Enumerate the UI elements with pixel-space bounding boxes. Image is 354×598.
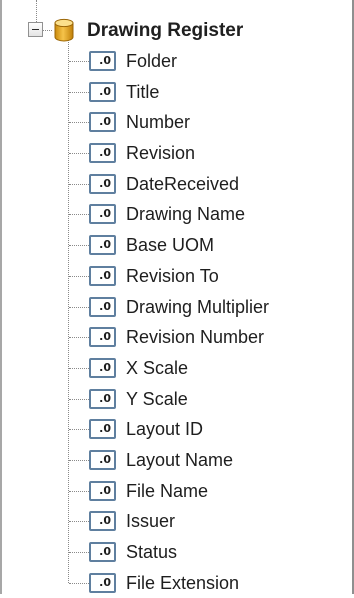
collapse-toggle-icon[interactable]: [28, 22, 43, 37]
tree-item-field[interactable]: .0 File Name: [2, 476, 352, 507]
numeric-field-icon: .0: [89, 480, 116, 501]
tree-item-field[interactable]: .0 Revision: [2, 138, 352, 169]
tree-connector-line: [69, 521, 89, 523]
tree-item-field[interactable]: .0 X Scale: [2, 353, 352, 384]
tree-item-field[interactable]: .0 Title: [2, 77, 352, 108]
tree-connector-line: [69, 214, 89, 216]
tree-item-label: DateReceived: [126, 173, 240, 194]
tree-root-drawing-register[interactable]: Drawing Register: [87, 18, 243, 44]
numeric-field-icon: .0: [89, 357, 116, 378]
numeric-field-icon: .0: [89, 572, 116, 593]
tree-item-label: Drawing Multiplier: [126, 296, 270, 317]
tree-item-field[interactable]: .0 Drawing Name: [2, 199, 352, 230]
tree-item-label: File Name: [126, 480, 209, 501]
tree-connector-line: [42, 30, 52, 31]
tree-connector-line: [69, 245, 89, 247]
tree-connector-line: [69, 91, 89, 93]
tree-item-label: Status: [126, 542, 178, 562]
tree-item-label: Revision: [126, 143, 196, 164]
tree-item-field[interactable]: .0 Layout Name: [2, 445, 352, 476]
numeric-field-icon: .0: [89, 143, 116, 164]
tree-connector-line: [69, 275, 89, 277]
numeric-field-icon: .0: [89, 173, 116, 194]
numeric-field-icon: .0: [89, 296, 116, 317]
tree-item-label: Drawing Name: [126, 204, 246, 225]
tree-item-label: Y Scale: [126, 388, 188, 409]
tree-item-label: X Scale: [126, 357, 189, 378]
tree-item-field[interactable]: .0 Status: [2, 537, 352, 568]
tree-item-field[interactable]: .0 Base UOM: [2, 230, 352, 261]
tree-item-field[interactable]: .0 Number: [2, 107, 352, 138]
tree-item-label: Folder: [126, 51, 178, 71]
tree-item-field[interactable]: .0 Revision Number: [2, 322, 352, 353]
tree-item-field[interactable]: .0 Drawing Multiplier: [2, 292, 352, 323]
tree-item-label: Number: [126, 112, 191, 133]
tree-item-label: File Extension: [126, 572, 240, 593]
tree-connector-line: [69, 367, 89, 369]
tree-item-label: Base UOM: [126, 235, 215, 256]
tree-item-label: Issuer: [126, 511, 176, 532]
numeric-field-icon: .0: [89, 511, 116, 532]
tree-connector-line: [69, 552, 89, 553]
tree-connector-line: [69, 183, 89, 185]
database-icon: [54, 18, 74, 42]
tree-item-field[interactable]: .0 Revision To: [2, 261, 352, 292]
tree-item-field[interactable]: .0 File Extension: [2, 568, 352, 598]
numeric-field-icon: .0: [89, 204, 116, 225]
tree-item-label: Revision To: [126, 265, 219, 286]
numeric-field-icon: .0: [89, 265, 116, 286]
tree-item-label: Layout Name: [126, 449, 234, 470]
numeric-field-icon: .0: [89, 51, 116, 71]
tree-connector-line: [36, 0, 37, 24]
numeric-field-icon: .0: [89, 327, 116, 348]
tree-item-field[interactable]: .0 DateReceived: [2, 169, 352, 200]
tree-connector-line: [69, 337, 89, 339]
field-list: .0 Folder .0 Title .0 Number .0 Revision .0 DateR…: [2, 46, 352, 598]
tree-connector-line: [69, 61, 89, 62]
numeric-field-icon: .0: [89, 81, 116, 102]
tree-item-label: Revision Number: [126, 327, 265, 348]
tree-item-field[interactable]: .0 Y Scale: [2, 384, 352, 415]
numeric-field-icon: .0: [89, 542, 116, 562]
tree-item-field[interactable]: .0 Issuer: [2, 506, 352, 537]
tree-view-panel: Drawing Register .0 Folder .0 Title .0 Number…: [0, 0, 354, 594]
tree-item-label: Layout ID: [126, 419, 204, 440]
tree-connector-line: [69, 582, 89, 584]
numeric-field-icon: .0: [89, 235, 116, 256]
tree-item-field[interactable]: .0 Layout ID: [2, 414, 352, 445]
numeric-field-icon: .0: [89, 449, 116, 470]
tree-connector-line: [69, 306, 89, 308]
numeric-field-icon: .0: [89, 112, 116, 133]
tree-connector-line: [69, 459, 89, 461]
tree-item-field[interactable]: .0 Folder: [2, 46, 352, 77]
tree-connector-line: [69, 398, 89, 400]
tree-item-label: Title: [126, 81, 160, 102]
tree-connector-line: [69, 490, 89, 492]
numeric-field-icon: .0: [89, 388, 116, 409]
tree-connector-line: [69, 153, 89, 155]
tree-connector-line: [69, 429, 89, 431]
tree-connector-line: [69, 122, 89, 124]
numeric-field-icon: .0: [89, 419, 116, 440]
